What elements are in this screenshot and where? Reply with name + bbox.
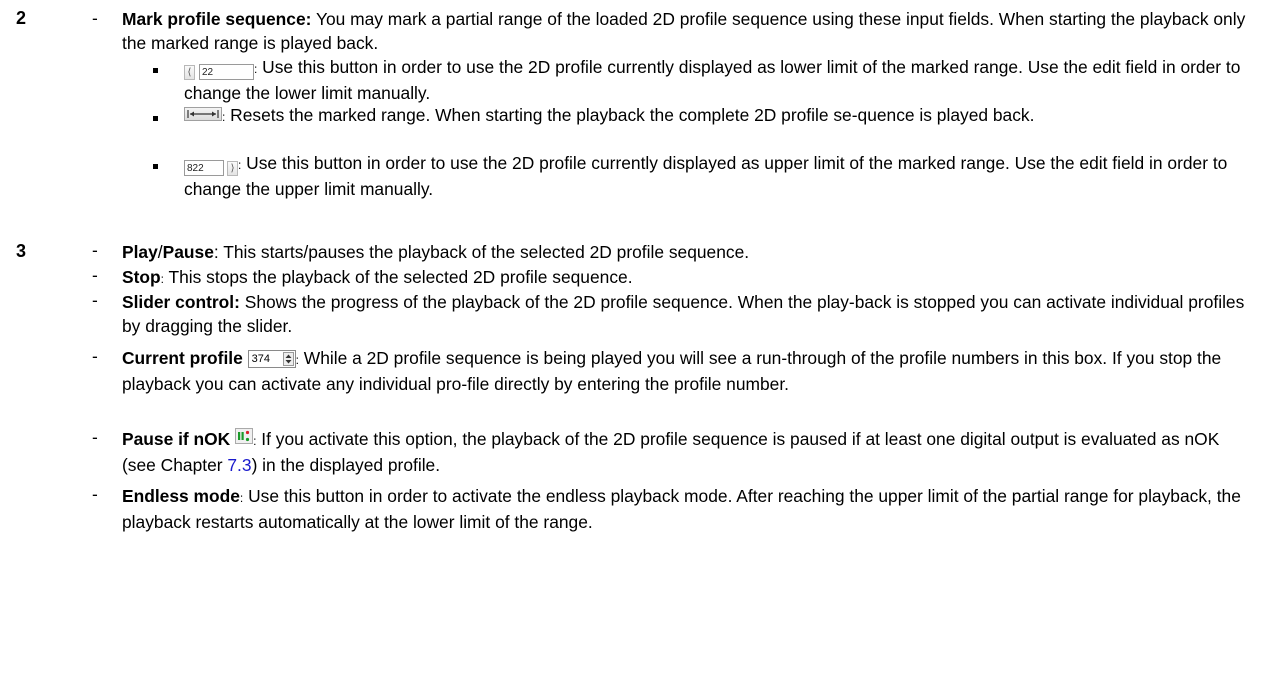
current-profile-item: Current profile 374: While a 2D profile … bbox=[122, 346, 1247, 396]
slider-control-item: Slider control: Shows the progress of th… bbox=[122, 290, 1247, 338]
pause-title: Pause bbox=[162, 242, 214, 262]
current-profile-title: Current profile bbox=[122, 348, 243, 368]
list-dash: - bbox=[92, 346, 98, 366]
slider-control-text: Shows the progress of the playback of th… bbox=[122, 292, 1245, 336]
pause-nok-icon bbox=[238, 430, 250, 442]
play-pause-item: Play/Pause: This starts/pauses the playb… bbox=[122, 240, 1247, 264]
spin-arrows-icon bbox=[285, 354, 292, 364]
stop-item: Stop: This stops the playback of the sel… bbox=[122, 265, 1247, 291]
bullet-square bbox=[153, 164, 158, 169]
chapter-link[interactable]: 7.3 bbox=[227, 455, 251, 475]
stop-text: This stops the playback of the selected … bbox=[163, 267, 633, 287]
play-title: Play bbox=[122, 242, 158, 262]
upper-limit-bullet: 822 ⟩: Use this button in order to use th… bbox=[184, 151, 1248, 201]
lower-limit-field[interactable]: 22 bbox=[199, 64, 254, 80]
play-pause-text: : This starts/pauses the playback of the… bbox=[213, 242, 750, 262]
bullet-square bbox=[153, 68, 158, 73]
endless-mode-title: Endless mode bbox=[122, 486, 240, 506]
bullet-square bbox=[153, 116, 158, 121]
mark-profile-sequence-title: Mark profile sequence: bbox=[122, 9, 312, 29]
reset-range-bullet: : Resets the marked range. When starting… bbox=[184, 103, 1248, 129]
current-profile-spinbox[interactable]: 374 bbox=[247, 350, 296, 368]
endless-mode-text: Use this button in order to activate the… bbox=[122, 486, 1241, 532]
section-number-3: 3 bbox=[16, 241, 27, 261]
stop-title: Stop bbox=[122, 267, 161, 287]
slider-control-title: Slider control: bbox=[122, 292, 240, 312]
pause-if-nok-item: Pause if nOK : If you activate this opti… bbox=[122, 427, 1247, 477]
spin-arrows[interactable] bbox=[282, 352, 294, 366]
reset-range-button[interactable] bbox=[184, 107, 222, 121]
list-dash: - bbox=[92, 484, 98, 504]
upper-limit-field[interactable]: 822 bbox=[184, 160, 224, 176]
section-number-2: 2 bbox=[16, 8, 27, 28]
lower-limit-text: Use this button in order to use the 2D p… bbox=[184, 57, 1241, 103]
set-upper-limit-button[interactable]: ⟩ bbox=[227, 161, 238, 176]
list-dash: - bbox=[92, 427, 98, 447]
upper-limit-text: Use this button in order to use the 2D p… bbox=[184, 153, 1228, 199]
lower-limit-bullet: ⟨ 22: Use this button in order to use the… bbox=[184, 55, 1248, 105]
pause-if-nok-text-b: ) in the displayed profile. bbox=[251, 455, 441, 475]
reset-range-text: Resets the marked range. When starting t… bbox=[225, 105, 1035, 125]
set-lower-limit-button[interactable]: ⟨ bbox=[184, 65, 195, 80]
mark-profile-sequence-paragraph: Mark profile sequence: You may mark a pa… bbox=[122, 7, 1247, 55]
reset-range-icon bbox=[187, 110, 219, 118]
pause-if-nok-title: Pause if nOK bbox=[122, 429, 231, 449]
list-dash: - bbox=[92, 240, 98, 260]
list-dash: - bbox=[92, 265, 98, 285]
endless-mode-item: Endless mode: Use this button in order t… bbox=[122, 484, 1247, 534]
current-profile-value: 374 bbox=[251, 353, 270, 365]
list-dash: - bbox=[92, 8, 98, 28]
pause-if-nok-button[interactable] bbox=[235, 428, 254, 444]
list-dash: - bbox=[92, 290, 98, 310]
